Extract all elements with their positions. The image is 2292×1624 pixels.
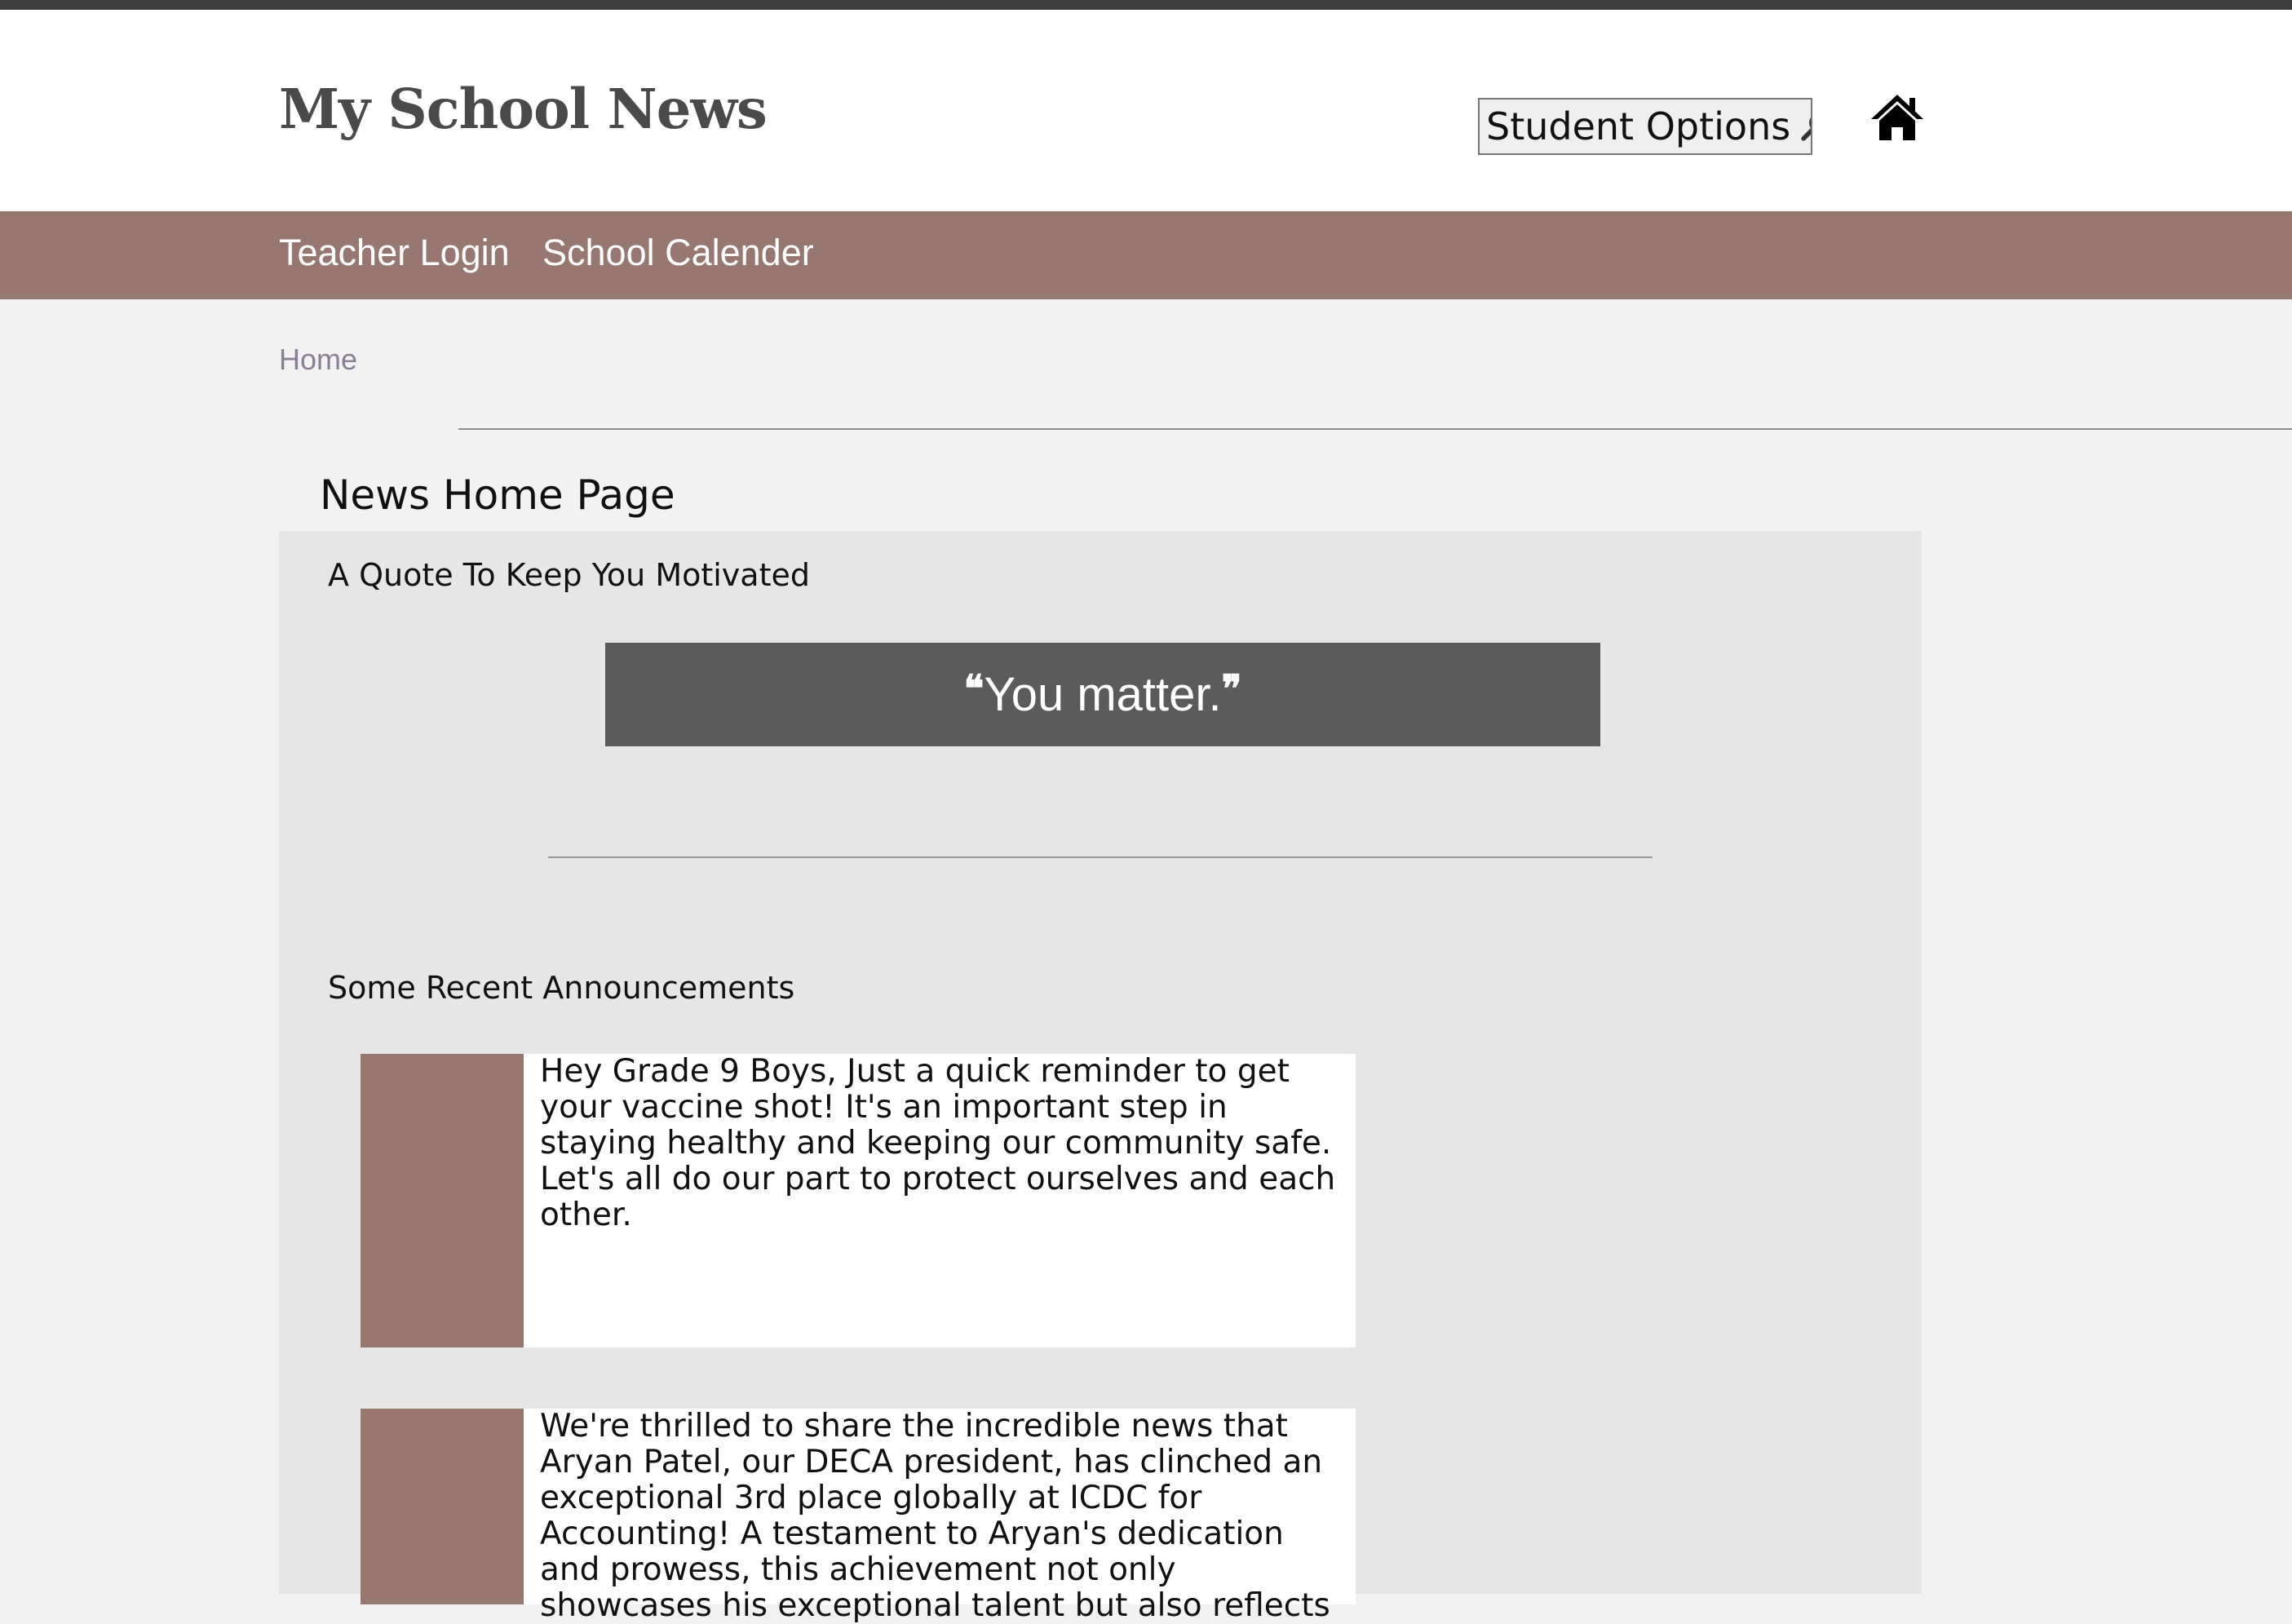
announcement-card[interactable]: We're thrilled to share the incredible n… xyxy=(361,1409,1356,1624)
quote-section-heading: A Quote To Keep You Motivated xyxy=(328,557,810,593)
announcements-heading: Some Recent Announcements xyxy=(328,970,795,1006)
student-options-button[interactable]: Student Options xyxy=(1478,98,1812,155)
announcement-thumbnail xyxy=(361,1054,524,1347)
close-quote-icon: ❞ xyxy=(1221,666,1242,710)
announcement-text: We're thrilled to share the incredible n… xyxy=(540,1408,1330,1624)
divider xyxy=(458,428,2292,430)
announcement-text: Hey Grade 9 Boys, Just a quick reminder … xyxy=(540,1053,1336,1233)
student-options-label: Student Options xyxy=(1486,104,1791,148)
site-title: My School News xyxy=(279,77,768,141)
breadcrumb-home[interactable]: Home xyxy=(279,343,357,377)
main-nav: Teacher Login School Calender xyxy=(0,211,2292,299)
site-header: My School News Student Options xyxy=(0,10,2292,211)
magnifier-icon xyxy=(1799,109,1811,144)
announcement-card[interactable]: Hey Grade 9 Boys, Just a quick reminder … xyxy=(361,1054,1356,1347)
home-icon[interactable] xyxy=(1869,93,1925,142)
quote-text: You matter. xyxy=(984,668,1222,721)
quote-box: ❝ You matter. ❞ xyxy=(605,643,1600,746)
announcement-thumbnail xyxy=(361,1409,524,1604)
nav-school-calender[interactable]: School Calender xyxy=(542,232,814,274)
news-panel: A Quote To Keep You Motivated ❝ You matt… xyxy=(279,531,1922,1624)
nav-teacher-login[interactable]: Teacher Login xyxy=(279,232,510,274)
page-title: News Home Page xyxy=(320,471,675,519)
open-quote-icon: ❝ xyxy=(963,666,984,710)
section-divider xyxy=(548,856,1653,858)
top-accent-bar xyxy=(0,0,2292,10)
